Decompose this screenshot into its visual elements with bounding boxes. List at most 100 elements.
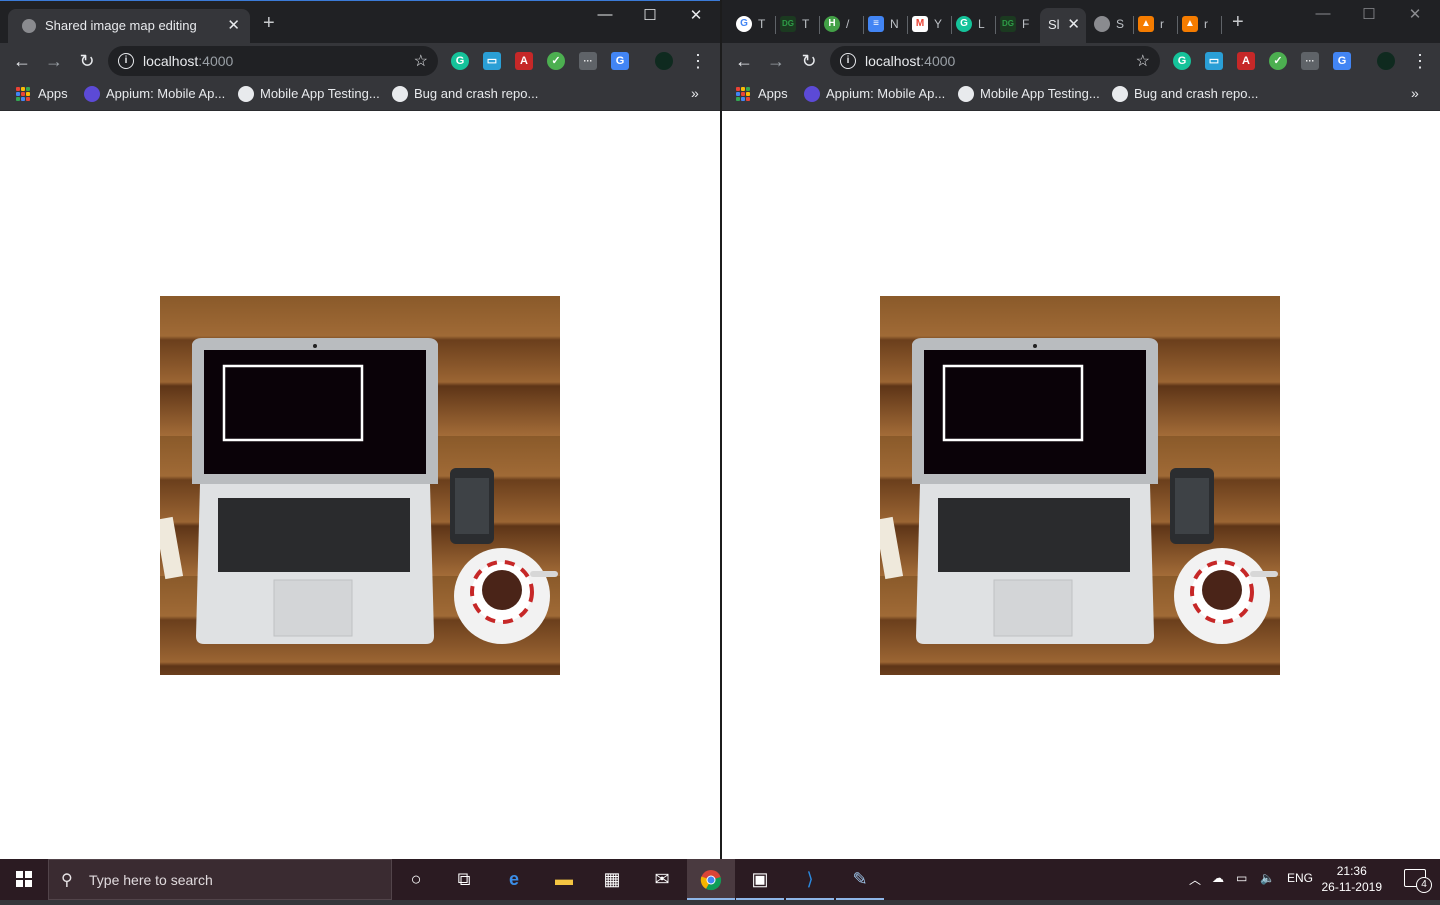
info-icon[interactable]: i: [118, 53, 134, 69]
dg-icon: DG: [780, 16, 796, 32]
bookmark-star-icon[interactable]: ☆: [1136, 51, 1150, 71]
pdf-icon[interactable]: A: [515, 52, 533, 70]
pdf-icon[interactable]: A: [1237, 52, 1255, 70]
search-icon: ⚲: [61, 872, 73, 889]
profile-avatar[interactable]: [1377, 52, 1395, 70]
tab-item[interactable]: M Y: [910, 14, 954, 36]
tab-item[interactable]: G T: [734, 14, 778, 36]
minimize-button[interactable]: —: [582, 6, 628, 23]
forward-button[interactable]: →: [764, 49, 788, 73]
language-indicator[interactable]: ENG: [1287, 871, 1313, 885]
chrome-logo: [700, 870, 722, 891]
onedrive-icon[interactable]: ☁: [1212, 871, 1224, 885]
store-icon[interactable]: ▦: [588, 859, 636, 900]
apps-grid-icon: [736, 87, 750, 101]
tab-strip: Shared image map editing ✕ + — ☐ ✕: [0, 0, 720, 44]
menu-icon[interactable]: ⋮: [686, 49, 710, 73]
bookmarks-bar: Apps Appium: Mobile Ap... Mobile App Tes…: [0, 79, 720, 111]
address-bar[interactable]: i localhost:4000 ☆: [830, 46, 1160, 76]
back-button[interactable]: ←: [732, 49, 756, 73]
bookmark-bug-crash[interactable]: Bug and crash repo...: [1112, 85, 1258, 103]
globe-icon: [1112, 86, 1128, 102]
minimize-button[interactable]: —: [1300, 5, 1346, 22]
maximize-button[interactable]: ☐: [1346, 5, 1392, 23]
bookmark-mobile-testing[interactable]: Mobile App Testing...: [238, 85, 380, 103]
paint-icon[interactable]: ✎: [836, 859, 884, 900]
edge-icon[interactable]: e: [490, 859, 538, 900]
bookmark-appium[interactable]: Appium: Mobile Ap...: [84, 85, 225, 103]
bookmark-mobile-testing[interactable]: Mobile App Testing...: [958, 85, 1100, 103]
cortana-icon[interactable]: ○: [392, 859, 440, 900]
new-tab-button[interactable]: +: [263, 13, 275, 33]
docs-icon: ≡: [868, 16, 884, 32]
address-bar[interactable]: i localhost:4000 ☆: [108, 46, 438, 76]
chrome-icon[interactable]: [687, 859, 735, 900]
appium-icon: [804, 86, 820, 102]
taskbar-search-box[interactable]: ⚲ Type here to search: [48, 859, 392, 900]
tab-item[interactable]: ▲ r: [1180, 14, 1224, 36]
tab-item[interactable]: H /: [822, 14, 866, 36]
check-icon[interactable]: ✓: [547, 52, 565, 70]
new-tab-button[interactable]: +: [1232, 12, 1244, 32]
forward-button[interactable]: →: [42, 49, 66, 73]
dots-extension-icon[interactable]: ···: [1301, 52, 1319, 70]
tab-item[interactable]: ▲ r: [1136, 14, 1180, 36]
browser-toolbar: ← → ↻ i localhost:4000 ☆ G ▭ A ✓ ··· G ⋮: [722, 43, 1440, 79]
info-icon[interactable]: i: [840, 53, 856, 69]
bookmark-bug-crash[interactable]: Bug and crash repo...: [392, 85, 538, 103]
reload-button[interactable]: ↻: [797, 49, 821, 73]
bookmark-apps[interactable]: Apps: [16, 85, 68, 103]
grammarly-icon[interactable]: G: [451, 52, 469, 70]
url-text: localhost:4000: [143, 53, 234, 69]
check-icon[interactable]: ✓: [1269, 52, 1287, 70]
apps-grid-icon: [16, 87, 30, 101]
screenshot-icon[interactable]: ▭: [483, 52, 501, 70]
dg-icon: DG: [1000, 16, 1016, 32]
left-browser-window: Shared image map editing ✕ + — ☐ ✕ ← → ↻…: [0, 0, 720, 859]
terminal-icon[interactable]: ▣: [736, 859, 784, 900]
clock[interactable]: 21:36 26-11-2019: [1322, 863, 1383, 895]
bookmark-apps[interactable]: Apps: [736, 85, 788, 103]
browser-toolbar: ← → ↻ i localhost:4000 ☆ G ▭ A ✓ ··· G ⋮: [0, 43, 720, 79]
grammarly-icon[interactable]: G: [1173, 52, 1191, 70]
tab-item[interactable]: G L: [954, 14, 998, 36]
figma-icon: ▲: [1138, 16, 1154, 32]
show-hidden-icons[interactable]: ︿: [1189, 871, 1201, 888]
tab-item[interactable]: S: [1092, 14, 1136, 36]
laptop-desk-image[interactable]: [160, 296, 560, 675]
file-explorer-icon[interactable]: ▬: [540, 859, 588, 900]
menu-icon[interactable]: ⋮: [1408, 49, 1432, 73]
bookmark-star-icon[interactable]: ☆: [414, 51, 428, 71]
screenshot-icon[interactable]: ▭: [1205, 52, 1223, 70]
bookmarks-overflow-icon[interactable]: »: [1411, 85, 1419, 101]
profile-avatar[interactable]: [655, 52, 673, 70]
translate-icon[interactable]: G: [611, 52, 629, 70]
close-tab-icon[interactable]: ✕: [227, 16, 240, 34]
tab-active[interactable]: Sl ✕: [1040, 8, 1086, 43]
laptop-desk-image[interactable]: [880, 296, 1280, 675]
translate-icon[interactable]: G: [1333, 52, 1351, 70]
network-icon[interactable]: ▭: [1236, 871, 1247, 885]
reload-button[interactable]: ↻: [75, 49, 99, 73]
bookmarks-overflow-icon[interactable]: »: [691, 85, 699, 101]
mail-icon[interactable]: ✉: [638, 859, 686, 900]
start-button[interactable]: [0, 859, 48, 900]
maximize-button[interactable]: ☐: [627, 6, 673, 24]
task-view-icon[interactable]: ⧉: [440, 859, 488, 900]
back-button[interactable]: ←: [10, 49, 34, 73]
tab-shared-image-map[interactable]: Shared image map editing ✕: [8, 9, 250, 44]
globe-icon: [392, 86, 408, 102]
windows-taskbar: ⚲ Type here to search ○ ⧉ e ▬ ▦ ✉ ▣ ⟩ ✎ …: [0, 859, 1440, 900]
close-window-button[interactable]: ✕: [673, 6, 719, 24]
bookmark-appium[interactable]: Appium: Mobile Ap...: [804, 85, 945, 103]
close-tab-icon[interactable]: ✕: [1067, 15, 1080, 33]
vscode-icon[interactable]: ⟩: [786, 859, 834, 900]
tab-item[interactable]: ≡ N: [866, 14, 910, 36]
close-window-button[interactable]: ✕: [1392, 5, 1438, 23]
h-icon: H: [824, 16, 840, 32]
dots-extension-icon[interactable]: ···: [579, 52, 597, 70]
tab-item[interactable]: DG T: [778, 14, 822, 36]
tab-strip: G T DG T H / ≡ N M Y G L DG F Sl ✕ S ▲ r…: [722, 0, 1440, 43]
volume-icon[interactable]: 🔈: [1260, 871, 1275, 885]
tab-item[interactable]: DG F: [998, 14, 1042, 36]
